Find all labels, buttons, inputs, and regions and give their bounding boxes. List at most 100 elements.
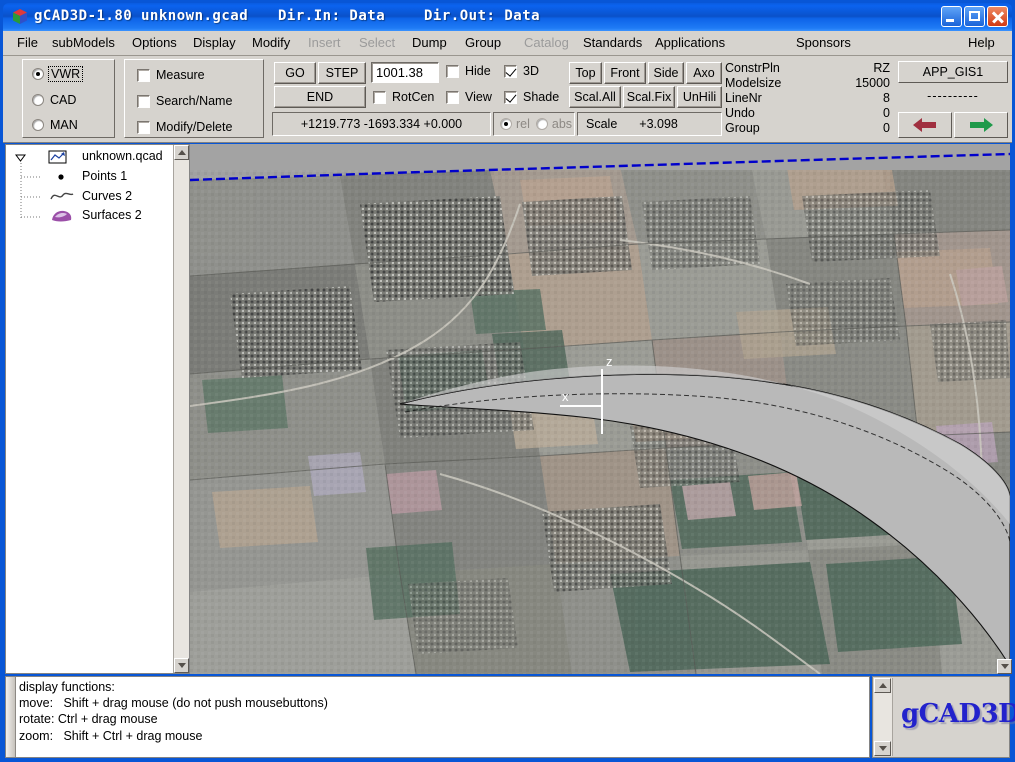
mode-radio-cad[interactable]: CAD [32, 93, 76, 107]
checkbox-icon [446, 90, 459, 104]
status-list: ConstrPln RZ Modelsize 15000 LineNr 8 Undo 0 Gro… [725, 61, 890, 136]
checkbox-modify-delete[interactable]: Modify/Delete [137, 120, 232, 134]
logo-scroll-up-button[interactable] [874, 678, 891, 693]
close-button[interactable] [987, 6, 1008, 27]
toolbar: VWR CAD MAN Measure Search/Name Modify/D… [3, 56, 1012, 143]
gcad3d-logo: gCAD3D [901, 699, 1015, 729]
scale-all-button[interactable]: Scal.All [569, 86, 621, 108]
title-bar: gCAD3D-1.80 unknown.gcad Dir.In: Data Di… [3, 3, 1012, 31]
rel-radio[interactable]: rel [500, 117, 530, 131]
tree-item-surfaces[interactable]: Surfaces 2 [82, 208, 142, 222]
status-row: Undo 0 [725, 106, 890, 121]
tree-icon-curves [50, 189, 74, 206]
scale-value: +3.098 [639, 117, 678, 131]
menu-bar: File subModels Options Display Modify Insert S… [3, 31, 1012, 56]
view-button-axo[interactable]: Axo [686, 62, 722, 84]
mode-radio-vwr[interactable]: VWR [32, 66, 84, 82]
viewport-scroll-down-button[interactable] [997, 659, 1012, 674]
logo-scroll-down-button[interactable] [874, 741, 891, 756]
view-button-front[interactable]: Front [604, 62, 646, 84]
rel-label: rel [516, 117, 530, 131]
status-value: RZ [873, 61, 890, 75]
menu-item-group[interactable]: Group [465, 35, 501, 50]
menu-item-display[interactable]: Display [193, 35, 236, 50]
application-window: gCAD3D-1.80 unknown.gcad Dir.In: Data Di… [0, 0, 1015, 762]
abs-label: abs [551, 117, 573, 131]
checkbox-hide[interactable]: Hide [446, 64, 491, 78]
checkbox-label: Shade [523, 90, 560, 104]
checkbox-icon [137, 94, 150, 108]
checkbox-icon [446, 64, 459, 78]
triangle-up-icon [177, 150, 186, 155]
triangle-down-icon [878, 746, 887, 751]
status-row: ConstrPln RZ [725, 61, 890, 76]
document-title: unknown.gcad [141, 8, 249, 24]
end-button[interactable]: END [274, 86, 366, 108]
viewport-canvas: z x [190, 144, 1010, 674]
checkbox-measure[interactable]: Measure [137, 68, 205, 82]
value-input[interactable]: 1001.38 [371, 62, 439, 83]
menu-item-options[interactable]: Options [132, 35, 177, 50]
forward-button[interactable] [954, 112, 1008, 138]
abs-radio[interactable]: abs [535, 117, 573, 131]
radio-dot-icon [32, 94, 44, 106]
go-button[interactable]: GO [274, 62, 316, 84]
checkbox-view[interactable]: View [446, 90, 492, 104]
surface-icon [52, 210, 72, 222]
checkbox-shade[interactable]: Shade [504, 90, 559, 104]
tree-label-root[interactable]: unknown.qcad [82, 149, 163, 163]
window-controls [941, 6, 1008, 27]
checkbox-search-name[interactable]: Search/Name [137, 94, 232, 108]
view-button-top[interactable]: Top [569, 62, 602, 84]
axis-x-label: x [562, 389, 569, 404]
status-key: LineNr [725, 91, 762, 105]
tree-item-points[interactable]: Points 1 [82, 169, 127, 183]
menu-item-sponsors[interactable]: Sponsors [796, 35, 851, 50]
triangle-up-icon [878, 683, 887, 688]
axis-z-label: z [606, 354, 613, 369]
message-text: display functions: move: Shift + drag mou… [19, 679, 866, 744]
forward-arrow-icon [970, 118, 993, 132]
mode-label: CAD [50, 93, 77, 107]
menu-item-file[interactable]: File [17, 35, 38, 50]
checkbox-icon [504, 90, 517, 104]
tree-icon-surfaces [50, 208, 74, 227]
back-button[interactable] [898, 112, 952, 138]
menu-item-help[interactable]: Help [968, 35, 995, 50]
checkbox-label: Search/Name [156, 94, 233, 108]
triangle-down-icon [177, 663, 186, 668]
menu-item-insert: Insert [308, 35, 341, 50]
checkbox-rotcen[interactable]: RotCen [373, 90, 434, 104]
maximize-button[interactable] [964, 6, 985, 27]
minimize-button[interactable] [941, 6, 962, 27]
menu-item-submodels[interactable]: subModels [52, 35, 115, 50]
scroll-down-button[interactable] [174, 658, 189, 673]
menu-item-dump[interactable]: Dump [412, 35, 447, 50]
checkbox-3d[interactable]: 3D [504, 64, 539, 78]
menu-item-applications[interactable]: Applications [655, 35, 725, 50]
view-button-side[interactable]: Side [648, 62, 684, 84]
logo-scroll-track[interactable] [874, 678, 893, 756]
dir-out-label: Dir.Out: Data [424, 8, 541, 24]
3d-viewport[interactable]: z x [190, 144, 1010, 674]
scroll-up-button[interactable] [174, 145, 189, 160]
tree-vertical-scrollbar[interactable] [173, 145, 189, 673]
status-value: 0 [883, 106, 890, 120]
message-scroll-track[interactable] [6, 677, 16, 757]
tree-item-curves[interactable]: Curves 2 [82, 189, 132, 203]
app-name-display[interactable]: APP_GIS1 [898, 61, 1008, 83]
mode-radio-man[interactable]: MAN [32, 118, 78, 132]
dir-in-label: Dir.In: Data [278, 8, 386, 24]
scale-fix-button[interactable]: Scal.Fix [623, 86, 675, 108]
checkbox-icon [373, 90, 386, 104]
step-button[interactable]: STEP [318, 62, 366, 84]
checkbox-icon [504, 64, 517, 78]
status-value: 0 [883, 121, 890, 135]
unhili-button[interactable]: UnHili [677, 86, 722, 108]
scale-readout: Scale +3.098 [577, 112, 722, 136]
menu-item-standards[interactable]: Standards [583, 35, 642, 50]
status-value: 8 [883, 91, 890, 105]
message-line: rotate: Ctrl + drag mouse [19, 712, 158, 727]
status-key: ConstrPln [725, 61, 780, 75]
menu-item-modify[interactable]: Modify [252, 35, 290, 50]
